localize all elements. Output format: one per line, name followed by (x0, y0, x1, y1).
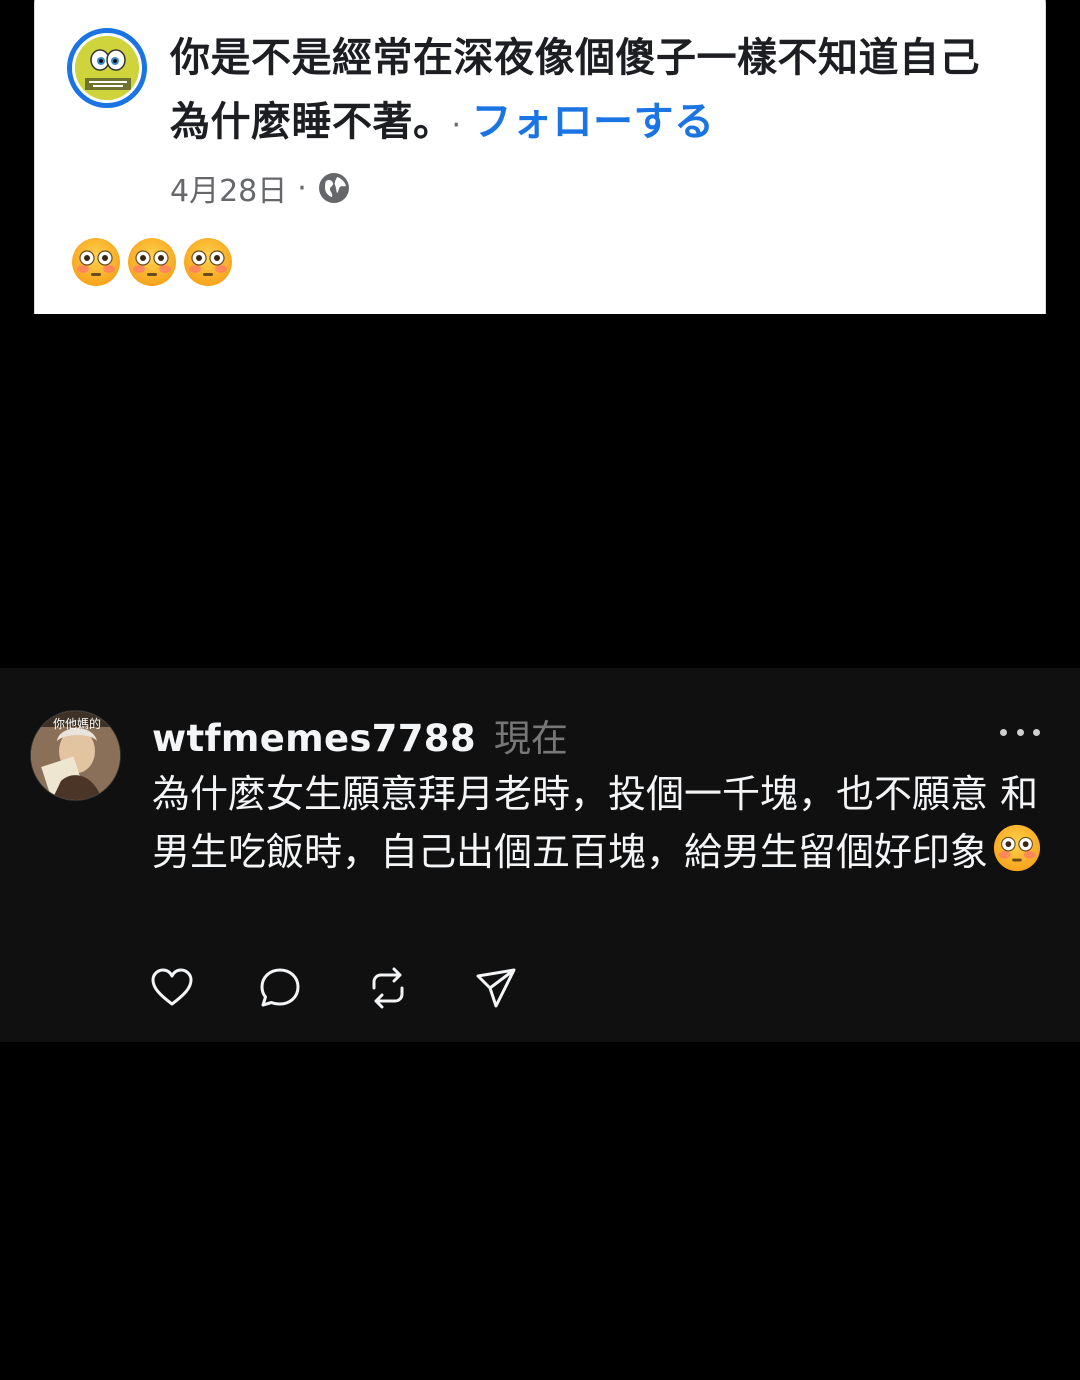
reply-actions (150, 966, 518, 1010)
comment-icon[interactable] (258, 966, 302, 1010)
ellipsis-icon[interactable] (1000, 712, 1040, 752)
threads-reply-card: 你他媽的 wtfmemes7788 現在 為什麼女生願意拜月老時，投個一千塊，也… (0, 668, 1080, 1042)
username-link[interactable]: wtfmemes7788 (152, 717, 476, 760)
follow-separator: · (451, 108, 462, 143)
post-body-emojis (70, 236, 234, 288)
post-date: 4月28日 (170, 174, 288, 209)
heart-icon[interactable] (150, 966, 194, 1010)
flushed-face-icon (993, 824, 1041, 872)
reply-text-content: 為什麼女生願意拜月老時，投個一千塊，也不願意 和男生吃飯時，自己出個五百塊，給男… (152, 772, 1039, 874)
post-title: 你是不是經常在深夜像個傻子一樣不知道自己為什麼睡不著。 · フォローする (170, 26, 1010, 158)
follow-button[interactable]: フォローする (472, 99, 715, 145)
globe-icon[interactable] (317, 171, 351, 205)
spongebob-avatar-image (75, 36, 139, 100)
page-avatar[interactable] (67, 28, 147, 108)
reply-time: 現在 (493, 717, 568, 760)
meta-separator: · (297, 170, 307, 206)
flushed-face-icon (184, 238, 232, 286)
flushed-face-icon (72, 238, 120, 286)
reply-header: wtfmemes7788 現在 (152, 708, 568, 762)
reply-avatar[interactable]: 你他媽的 (30, 710, 121, 801)
flushed-face-icon (128, 238, 176, 286)
reply-text: 為什麼女生願意拜月老時，投個一千塊，也不願意 和男生吃飯時，自己出個五百塊，給男… (152, 766, 1052, 881)
repost-icon[interactable] (366, 966, 410, 1010)
share-icon[interactable] (474, 966, 518, 1010)
post-meta: 4月28日 · (170, 166, 351, 210)
avatar-caption: 你他媽的 (53, 717, 102, 731)
screen: 你是不是經常在深夜像個傻子一樣不知道自己為什麼睡不著。 · フォローする 4月28日… (0, 0, 1080, 1380)
